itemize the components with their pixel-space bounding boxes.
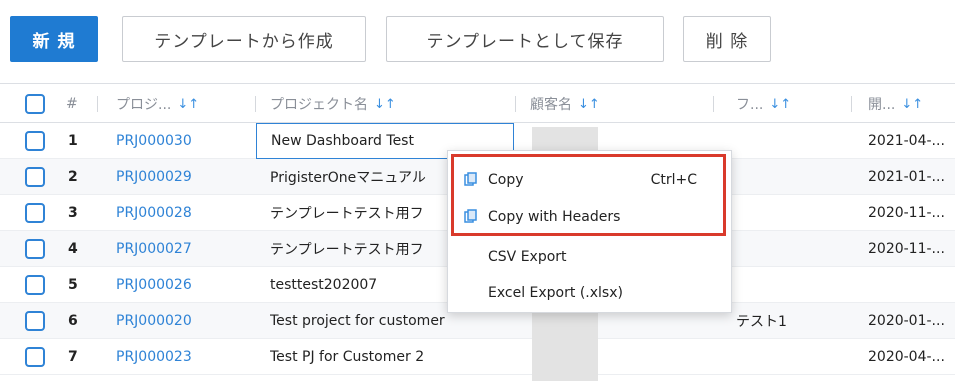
context-menu: Copy Ctrl+C Copy with Headers CSV Export… (447, 150, 732, 313)
header-customer-name-label: 顧客名 (530, 97, 572, 113)
row-number: 3 (68, 205, 78, 221)
menu-item-copy[interactable]: Copy Ctrl+C (448, 163, 733, 197)
row-checkbox[interactable] (25, 159, 45, 195)
start-date-cell: 2020-04-... (868, 349, 945, 365)
menu-item-copy-label: Copy (488, 172, 524, 188)
project-name-cell: Test PJ for Customer 2 (270, 349, 425, 365)
delete-button[interactable]: 削 除 (683, 16, 771, 62)
project-code-link[interactable]: PRJ000023 (116, 339, 192, 375)
row-number: 1 (68, 133, 78, 149)
header-project-code-label: プロジ... (116, 97, 172, 113)
header-project-name[interactable]: プロジェクト名 ↓↑ (270, 84, 396, 124)
sort-icon[interactable]: ↓↑ (578, 97, 600, 112)
sort-icon[interactable]: ↓↑ (901, 97, 923, 112)
menu-item-excel-export[interactable]: Excel Export (.xlsx) (448, 276, 733, 310)
table-row[interactable]: 7 PRJ000023 Test PJ for Customer 2 2020-… (0, 339, 955, 375)
grid-header: # プロジ... ↓↑ プロジェクト名 ↓↑ 顧客名 ↓↑ フ... ↓↑ 開.… (0, 83, 955, 123)
row-number: 2 (68, 169, 78, 185)
project-code-link[interactable]: PRJ000028 (116, 195, 192, 231)
header-project-name-label: プロジェクト名 (270, 97, 368, 113)
start-date-cell: 2020-11-... (868, 205, 945, 221)
select-all-checkbox[interactable] (25, 84, 45, 124)
row-number: 5 (68, 277, 78, 293)
project-name-cell: テンプレートテスト用フ (270, 242, 424, 258)
sort-icon[interactable]: ↓↑ (769, 97, 791, 112)
header-start-date[interactable]: 開... ↓↑ (868, 84, 923, 124)
project-name-cell: テンプレートテスト用フ (270, 206, 424, 222)
header-num: # (66, 96, 78, 112)
header-phase[interactable]: フ... ↓↑ (736, 84, 791, 124)
header-project-code[interactable]: プロジ... ↓↑ (116, 84, 199, 124)
row-checkbox[interactable] (25, 123, 45, 159)
start-date-cell: 2021-01-... (868, 169, 945, 185)
save-as-template-button[interactable]: テンプレートとして保存 (386, 16, 664, 62)
phase-cell: テスト1 (736, 314, 787, 330)
row-number: 4 (68, 241, 78, 257)
menu-item-csv-export-label: CSV Export (488, 249, 567, 265)
row-checkbox[interactable] (25, 195, 45, 231)
menu-item-csv-export[interactable]: CSV Export (448, 240, 733, 274)
sort-icon[interactable]: ↓↑ (374, 97, 396, 112)
start-date-cell: 2020-11-... (868, 241, 945, 257)
sort-icon[interactable]: ↓↑ (177, 97, 199, 112)
row-checkbox[interactable] (25, 339, 45, 375)
project-code-link[interactable]: PRJ000020 (116, 303, 192, 339)
project-code-link[interactable]: PRJ000027 (116, 231, 192, 267)
header-customer-name[interactable]: 顧客名 ↓↑ (530, 84, 600, 124)
header-phase-label: フ... (736, 97, 764, 113)
copy-icon (464, 172, 477, 186)
row-number: 6 (68, 313, 78, 329)
menu-item-copy-shortcut: Ctrl+C (650, 172, 697, 188)
copy-icon (464, 209, 477, 223)
start-date-cell: 2020-01-... (868, 313, 945, 329)
menu-item-copy-with-headers[interactable]: Copy with Headers (448, 200, 733, 234)
project-code-link[interactable]: PRJ000029 (116, 159, 192, 195)
project-code-link[interactable]: PRJ000030 (116, 123, 192, 159)
row-checkbox[interactable] (25, 267, 45, 303)
new-button[interactable]: 新 規 (10, 16, 98, 62)
menu-item-excel-export-label: Excel Export (.xlsx) (488, 285, 623, 301)
create-from-template-button[interactable]: テンプレートから作成 (122, 16, 366, 62)
project-code-link[interactable]: PRJ000026 (116, 267, 192, 303)
start-date-cell: 2021-04-... (868, 133, 945, 149)
menu-item-copy-with-headers-label: Copy with Headers (488, 209, 621, 225)
project-name-cell: PrigisterOneマニュアル (270, 170, 426, 186)
header-start-date-label: 開... (868, 97, 896, 113)
project-name-cell: testtest202007 (270, 277, 378, 293)
row-checkbox[interactable] (25, 303, 45, 339)
row-number: 7 (68, 349, 78, 365)
row-checkbox[interactable] (25, 231, 45, 267)
